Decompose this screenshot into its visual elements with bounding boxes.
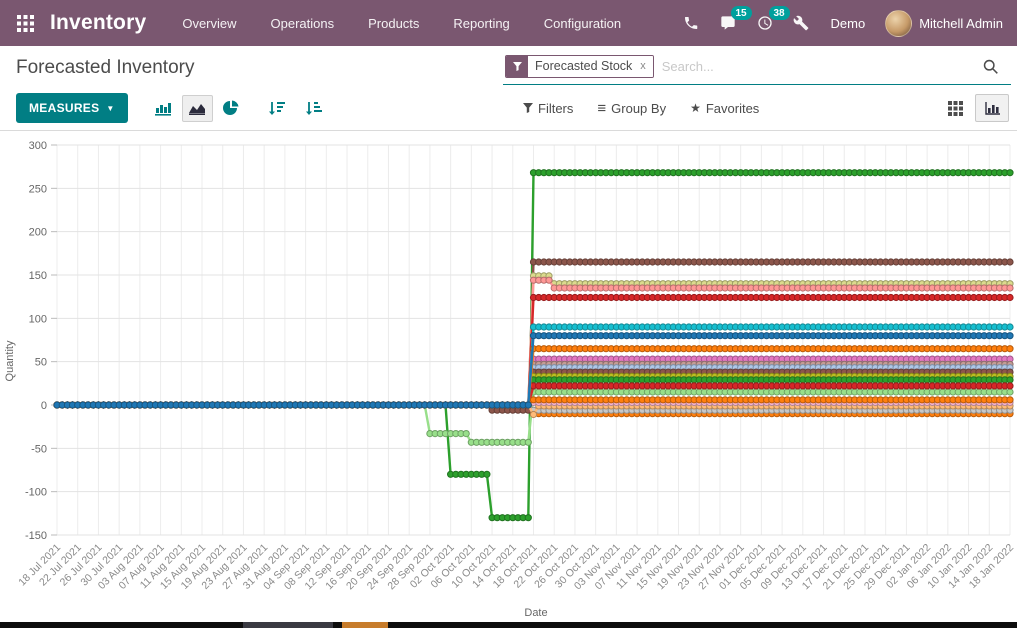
menu-item-overview[interactable]: Overview xyxy=(182,16,236,31)
svg-text:50: 50 xyxy=(35,357,47,369)
control-panel-top: Forecasted Inventory Forecasted Stock x xyxy=(0,46,1017,90)
svg-text:300: 300 xyxy=(29,140,47,152)
messages-icon[interactable]: 15 xyxy=(719,15,737,31)
user-menu[interactable]: Mitchell Admin xyxy=(885,10,1003,37)
y-axis-title: Quantity xyxy=(4,340,16,381)
search-facet[interactable]: Forecasted Stock x xyxy=(505,55,654,78)
x-axis-title: Date xyxy=(524,607,547,619)
svg-text:-50: -50 xyxy=(31,443,47,455)
activities-clock-icon[interactable]: 38 xyxy=(757,15,773,31)
measures-button[interactable]: MEASURES▼ xyxy=(16,93,128,123)
company-name[interactable]: Demo xyxy=(831,16,866,31)
svg-text:150: 150 xyxy=(29,270,47,282)
phone-icon[interactable] xyxy=(683,15,699,31)
top-navbar: Inventory Overview Operations Products R… xyxy=(0,0,1017,46)
facet-label: Forecasted Stock xyxy=(528,56,639,77)
svg-text:100: 100 xyxy=(29,313,47,325)
activities-count-badge: 38 xyxy=(769,6,790,20)
sort-ascending-icon[interactable] xyxy=(298,95,329,122)
menu-item-reporting[interactable]: Reporting xyxy=(453,16,509,31)
svg-text:-100: -100 xyxy=(25,487,47,499)
page-title: Forecasted Inventory xyxy=(16,57,503,79)
star-icon: ★ xyxy=(690,101,701,115)
user-avatar xyxy=(885,10,912,37)
menu-item-products[interactable]: Products xyxy=(368,16,419,31)
svg-text:200: 200 xyxy=(29,227,47,239)
taskbar-orange-segment xyxy=(342,622,388,628)
facet-remove-icon[interactable]: x xyxy=(639,56,653,77)
messages-count-badge: 15 xyxy=(731,6,752,20)
taskbar-gray-segment xyxy=(243,622,333,628)
search-bar[interactable]: Forecasted Stock x xyxy=(503,52,1011,85)
app-title[interactable]: Inventory xyxy=(50,11,146,35)
group-by-icon: ≡ xyxy=(597,100,606,117)
group-by-button[interactable]: ≡ Group By xyxy=(597,100,666,117)
menu-item-operations[interactable]: Operations xyxy=(271,16,335,31)
menu-item-configuration[interactable]: Configuration xyxy=(544,16,621,31)
user-name: Mitchell Admin xyxy=(919,16,1003,31)
control-panel-buttons: MEASURES▼ xyxy=(0,90,1017,130)
svg-text:-150: -150 xyxy=(25,530,47,542)
filter-funnel-icon xyxy=(523,103,533,113)
apps-menu-icon[interactable] xyxy=(14,12,36,34)
favorites-button[interactable]: ★ Favorites xyxy=(690,101,759,116)
sort-descending-icon[interactable] xyxy=(261,95,292,122)
caret-down-icon: ▼ xyxy=(106,104,114,113)
bottom-taskbar-strip xyxy=(0,622,1017,628)
svg-text:250: 250 xyxy=(29,183,47,195)
facet-filter-icon xyxy=(506,56,528,77)
search-input[interactable] xyxy=(662,59,974,74)
filters-button[interactable]: Filters xyxy=(523,101,573,116)
bar-chart-view-icon[interactable] xyxy=(148,95,179,122)
pie-chart-view-icon[interactable] xyxy=(216,95,247,122)
graph-view-switch-icon[interactable] xyxy=(975,94,1009,122)
svg-text:0: 0 xyxy=(41,400,47,412)
search-icon[interactable] xyxy=(982,58,999,75)
forecast-chart[interactable]: 18 Jul 202122 Jul 202126 Jul 202130 Jul … xyxy=(0,130,1017,622)
chart-canvas[interactable]: 18 Jul 202122 Jul 202126 Jul 202130 Jul … xyxy=(0,131,1017,622)
pivot-view-switch-icon[interactable] xyxy=(938,94,972,122)
main-menu: Overview Operations Products Reporting C… xyxy=(182,16,621,31)
line-chart-view-icon[interactable] xyxy=(182,95,213,122)
tools-icon[interactable] xyxy=(793,15,809,31)
